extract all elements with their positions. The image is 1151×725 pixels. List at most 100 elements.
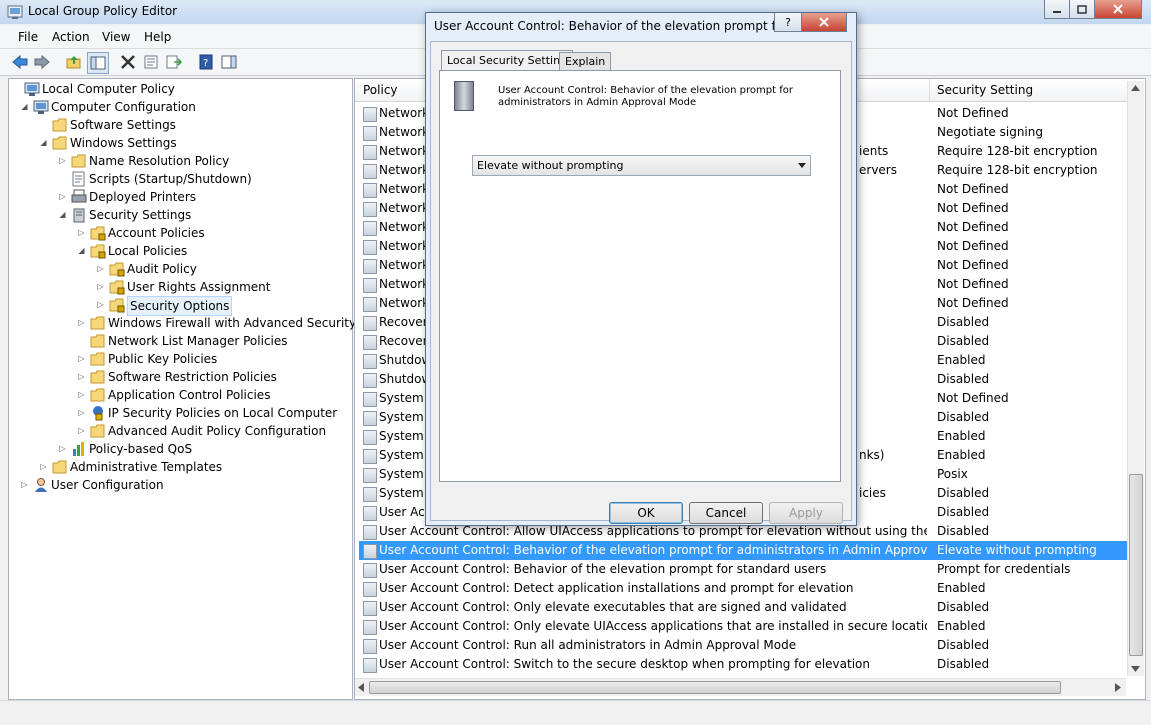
expand-arrow-icon[interactable]: ▷	[96, 260, 105, 278]
expand-arrow-icon[interactable]: ▷	[20, 476, 29, 494]
tree-item[interactable]: ▷ Windows Firewall with Advanced Security	[9, 314, 356, 332]
tree-item[interactable]: ▷ Advanced Audit Policy Configuration	[9, 422, 349, 440]
tree-item[interactable]: ◢ Windows Settings	[9, 134, 349, 152]
maximize-button[interactable]	[1069, 0, 1095, 19]
tree-item[interactable]: ▷ Software Restriction Policies	[9, 368, 349, 386]
tree-item[interactable]: ▷ User Rights Assignment	[9, 278, 349, 296]
expand-arrow-icon[interactable]: ▷	[77, 368, 86, 386]
back-button[interactable]	[10, 52, 30, 72]
tree-item-label: IP Security Policies on Local Computer	[108, 406, 338, 420]
policy-icon	[363, 601, 377, 616]
menu-help[interactable]: Help	[144, 30, 171, 44]
collapse-arrow-icon[interactable]: ◢	[39, 134, 48, 152]
minimize-button[interactable]	[1044, 0, 1070, 19]
policy-setting: Not Defined	[937, 201, 1009, 215]
tree-item[interactable]: Network List Manager Policies	[9, 332, 349, 350]
dialog-help-button[interactable]: ?	[774, 13, 802, 32]
dialog-body: Local Security Setting Explain User Acco…	[430, 41, 852, 524]
policy-row[interactable]: User Account Control: Behavior of the el…	[359, 560, 1127, 579]
vertical-scroll-thumb[interactable]	[1129, 474, 1143, 656]
expand-arrow-icon[interactable]: ▷	[96, 278, 105, 296]
expand-arrow-icon[interactable]: ▷	[77, 314, 86, 332]
expand-arrow-icon[interactable]: ▷	[77, 404, 86, 422]
vertical-scrollbar[interactable]	[1127, 81, 1144, 676]
tree-item[interactable]: Scripts (Startup/Shutdown)	[9, 170, 349, 188]
scroll-right-icon[interactable]	[1115, 683, 1121, 692]
apply-button[interactable]: Apply	[769, 502, 843, 524]
horizontal-scrollbar[interactable]	[355, 678, 1126, 696]
up-folder-button[interactable]	[64, 52, 84, 72]
delete-x-icon	[121, 55, 135, 69]
expand-arrow-icon[interactable]: ▷	[77, 422, 86, 440]
tree-item[interactable]: ◢ Security Settings	[9, 206, 349, 224]
horizontal-scroll-thumb[interactable]	[369, 681, 1061, 694]
policy-row[interactable]: User Account Control: Run all administra…	[359, 636, 1127, 655]
column-policy-header[interactable]: Policy	[363, 83, 398, 97]
policy-icon	[363, 525, 377, 540]
tree-item[interactable]: ▷ Audit Policy	[9, 260, 349, 278]
cancel-button[interactable]: Cancel	[689, 502, 763, 524]
help-book-icon: ?	[199, 54, 213, 70]
delete-button[interactable]	[118, 52, 138, 72]
tree-item[interactable]: ▷ Account Policies	[9, 224, 349, 242]
expand-arrow-icon[interactable]: ▷	[77, 224, 86, 242]
policy-row[interactable]: User Account Control: Only elevate UIAcc…	[359, 617, 1127, 636]
expand-arrow-icon[interactable]: ▷	[58, 152, 67, 170]
policy-row[interactable]: User Account Control: Switch to the secu…	[359, 655, 1127, 674]
forward-arrow-icon	[34, 55, 50, 69]
policy-row[interactable]: User Account Control: Only elevate execu…	[359, 598, 1127, 617]
expand-arrow-icon[interactable]: ▷	[58, 440, 67, 458]
expand-arrow-icon[interactable]: ▷	[39, 458, 48, 476]
policy-icon	[363, 658, 377, 673]
collapse-arrow-icon[interactable]: ◢	[20, 98, 29, 116]
tree-item[interactable]: ▷ User Configuration	[9, 476, 349, 494]
column-divider[interactable]	[929, 79, 930, 101]
tab-explain[interactable]: Explain	[559, 52, 612, 70]
elevation-behavior-select[interactable]: Elevate without prompting	[472, 155, 811, 176]
tree-item-label: Application Control Policies	[108, 388, 271, 402]
policy-setting: Enabled	[937, 448, 986, 462]
expand-arrow-icon[interactable]: ▷	[58, 188, 67, 206]
tree-item[interactable]: ▷ Security Options	[9, 296, 349, 316]
policy-setting: Not Defined	[937, 182, 1009, 196]
menu-action[interactable]: Action	[52, 30, 90, 44]
tree-item[interactable]: ◢ Local Policies	[9, 242, 349, 260]
properties-button[interactable]	[141, 52, 161, 72]
export-list-button[interactable]	[164, 52, 184, 72]
dialog-close-button[interactable]	[801, 13, 847, 32]
forward-button[interactable]	[32, 52, 52, 72]
expand-arrow-icon[interactable]: ▷	[96, 296, 105, 314]
column-setting-header[interactable]: Security Setting	[937, 83, 1033, 97]
tree-item[interactable]: ▷ Name Resolution Policy	[9, 152, 349, 170]
scroll-left-icon[interactable]	[358, 683, 364, 692]
tree-item[interactable]: Local Computer Policy	[9, 80, 349, 98]
show-action-pane-button[interactable]	[219, 52, 239, 72]
tree-item[interactable]: ▷ IP Security Policies on Local Computer	[9, 404, 349, 422]
menu-file[interactable]: File	[18, 30, 38, 44]
tree-item[interactable]: ▷ Application Control Policies	[9, 386, 349, 404]
tree-item[interactable]: ▷ Deployed Printers	[9, 188, 349, 206]
scroll-down-icon[interactable]	[1131, 666, 1140, 672]
tree-item[interactable]: ▷ Public Key Policies	[9, 350, 349, 368]
ok-button[interactable]: OK	[609, 502, 683, 524]
tree-item[interactable]: ▷ Policy-based QoS	[9, 440, 349, 458]
scroll-up-icon[interactable]	[1131, 85, 1140, 91]
policy-icon	[363, 183, 377, 198]
tree-item[interactable]: Software Settings	[9, 116, 349, 134]
help-button[interactable]: ?	[196, 52, 216, 72]
tree-item-label: Scripts (Startup/Shutdown)	[89, 172, 252, 186]
policy-setting: Disabled	[937, 657, 990, 671]
menu-view[interactable]: View	[102, 30, 130, 44]
collapse-arrow-icon[interactable]: ◢	[77, 242, 86, 260]
close-window-button[interactable]	[1094, 0, 1142, 19]
tree-item[interactable]: ▷ Administrative Templates	[9, 458, 349, 476]
policy-row[interactable]: User Account Control: Detect application…	[359, 579, 1127, 598]
policy-row[interactable]: User Account Control: Behavior of the el…	[359, 541, 1127, 560]
collapse-arrow-icon[interactable]: ◢	[58, 206, 67, 224]
policy-icon	[363, 354, 377, 369]
show-hide-tree-button[interactable]	[87, 52, 109, 74]
expand-arrow-icon[interactable]: ▷	[77, 350, 86, 368]
expand-arrow-icon[interactable]: ▷	[77, 386, 86, 404]
tree-item[interactable]: ◢ Computer Configuration	[9, 98, 349, 116]
tab-local-security-setting[interactable]: Local Security Setting	[441, 50, 574, 70]
